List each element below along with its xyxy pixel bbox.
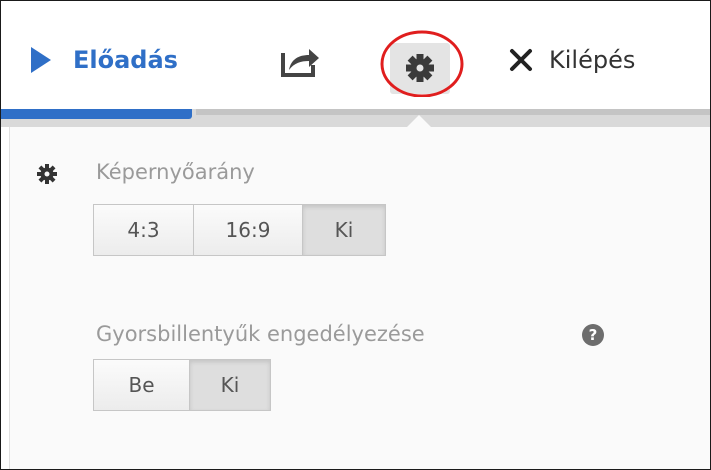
- shortcuts-off-button[interactable]: Ki: [189, 359, 271, 411]
- share-button[interactable]: [279, 43, 323, 79]
- close-icon: [510, 49, 532, 71]
- shortcuts-title: Gyorsbillentyűk engedélyezése: [96, 322, 425, 346]
- shortcuts-buttons: Be Ki: [93, 359, 271, 411]
- exit-button[interactable]: Kilépés: [509, 41, 635, 79]
- play-icon: [31, 47, 51, 73]
- aspect-ratio-buttons: 4:3 16:9 Ki: [93, 204, 386, 256]
- window-frame: Előadás Kilépés Képernyőarány 4:3 16:9 K…: [0, 0, 711, 470]
- present-button[interactable]: Előadás: [31, 41, 178, 79]
- aspect-4-3-button[interactable]: 4:3: [93, 204, 194, 256]
- gear-icon: [37, 164, 57, 184]
- aspect-16-9-button[interactable]: 16:9: [193, 204, 303, 256]
- aspect-off-button[interactable]: Ki: [302, 204, 386, 256]
- settings-button[interactable]: [379, 23, 465, 97]
- highlight-circle: [380, 30, 464, 97]
- progress-fill: [1, 109, 193, 119]
- progress-bar: [1, 109, 710, 127]
- settings-panel: Képernyőarány 4:3 16:9 Ki Gyorsbillentyű…: [9, 127, 710, 469]
- aspect-ratio-title: Képernyőarány: [96, 160, 255, 184]
- exit-label: Kilépés: [549, 46, 636, 74]
- help-icon[interactable]: ?: [582, 324, 604, 346]
- toolbar: Előadás Kilépés: [1, 1, 710, 109]
- present-label: Előadás: [73, 46, 178, 74]
- shortcuts-on-button[interactable]: Be: [93, 359, 190, 411]
- share-icon: [281, 49, 319, 77]
